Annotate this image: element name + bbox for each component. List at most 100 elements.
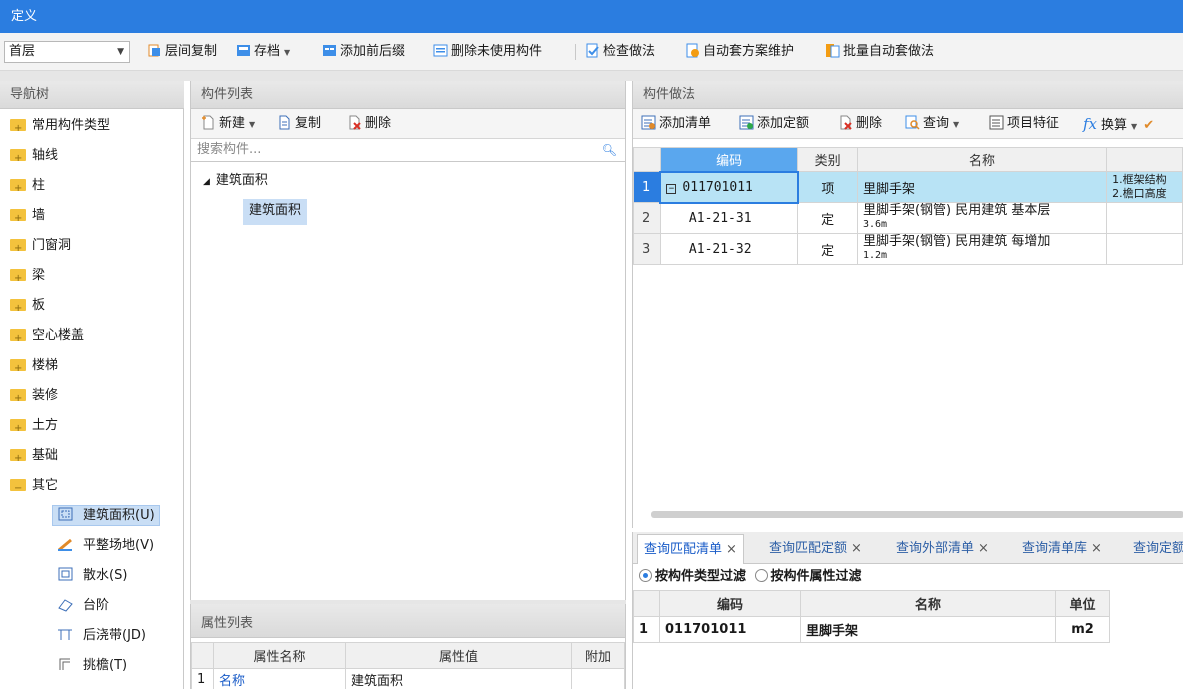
close-icon[interactable]: × [726, 542, 737, 557]
nav-item-apron[interactable]: 散水(S) [57, 561, 127, 591]
nav-folder-foundation[interactable]: 基础 [10, 441, 59, 474]
nav-folder-wall[interactable]: 墙 [10, 201, 46, 234]
nav-folder-label: 墙 [32, 208, 46, 223]
nav-item-eave[interactable]: 挑檐(T) [57, 651, 127, 681]
nav-folder-beam[interactable]: 梁 [10, 261, 45, 294]
chevron-down-icon: ▼ [1131, 122, 1138, 131]
query-rownum-header [633, 590, 660, 617]
method-name-sub: 3.6m [862, 219, 888, 230]
add-prefix-suffix-label: 添加前后缀 [340, 44, 406, 59]
delete-method-button[interactable]: 删除 [838, 113, 882, 135]
nav-folder-hollow-floor[interactable]: 空心楼盖 [10, 321, 84, 354]
copy-between-floors-label: 层间复制 [165, 44, 218, 59]
batch-auto-method-label: 批量自动套做法 [843, 44, 935, 59]
method-name-cell[interactable]: 里脚手架 [856, 171, 1108, 203]
horizontal-scrollbar[interactable] [651, 511, 1183, 518]
close-icon[interactable]: × [1091, 541, 1102, 556]
delete-unused-icon [433, 44, 448, 57]
site-leveling-icon [58, 538, 72, 552]
delete-component-button[interactable]: 删除 [347, 113, 391, 135]
new-icon [202, 115, 214, 130]
delete-unused-button[interactable]: 删除未使用构件 [433, 41, 542, 63]
method-name-cell[interactable]: 里脚手架(钢管) 民用建筑 每增加 1.2m [856, 233, 1108, 265]
method-feature-cell[interactable] [1106, 202, 1183, 234]
attr-extra-cell[interactable] [571, 668, 625, 689]
add-quota-button[interactable]: 添加定额 [739, 113, 809, 135]
nav-folder-column[interactable]: 柱 [10, 171, 45, 204]
tab-external-list[interactable]: 查询外部清单 × [890, 534, 995, 564]
method-type-cell[interactable]: 项 [797, 171, 858, 203]
archive-button[interactable]: 存档 ▼ [236, 41, 290, 63]
add-prefix-suffix-button[interactable]: 添加前后缀 [322, 41, 405, 63]
method-type-cell[interactable]: 定 [797, 233, 858, 265]
nav-item-building-area[interactable]: 建筑面积(U) [52, 501, 160, 531]
method-code-cell[interactable]: −011701011 [659, 170, 799, 204]
method-name-cell[interactable]: 里脚手架(钢管) 民用建筑 基本层 3.6m [856, 202, 1108, 234]
query-button[interactable]: 查询 ▼ [905, 113, 959, 135]
check-method-button[interactable]: 检查做法 [585, 41, 655, 63]
method-rownum-header [633, 147, 661, 172]
filter-by-attr-radio[interactable]: 按构件属性过滤 [754, 569, 862, 584]
tree-node-building-area-group[interactable]: ◢ 建筑面积 [203, 171, 268, 192]
new-component-button[interactable]: 新建 ▼ [201, 113, 255, 135]
attr-value-cell[interactable]: 建筑面积 [345, 668, 572, 689]
nav-item-steps[interactable]: 台阶 [57, 591, 109, 621]
method-code-cell[interactable]: A1-21-32 [659, 233, 799, 265]
copy-component-button[interactable]: 复制 [277, 113, 321, 135]
tab-list-library[interactable]: 查询清单库 × [1016, 534, 1108, 564]
nav-folder-earthwork[interactable]: 土方 [10, 411, 58, 444]
fx-icon: fx [1083, 115, 1098, 133]
nav-folder-decoration[interactable]: 装修 [10, 381, 58, 414]
method-feature-cell[interactable] [1106, 233, 1183, 265]
query-code-cell[interactable]: 011701011 [659, 616, 801, 643]
nav-folder-stairs[interactable]: 楼梯 [10, 351, 58, 384]
nav-folder-openings[interactable]: 门窗洞 [10, 231, 71, 264]
convert-button[interactable]: fx 换算 ▼ ✔ [1083, 113, 1154, 135]
query-name-cell[interactable]: 里脚手架 [800, 616, 1056, 643]
tab-match-quota[interactable]: 查询匹配定额 × [763, 534, 868, 564]
new-component-label: 新建 [219, 116, 246, 131]
method-feature-cell[interactable]: 1.框架结构 2.檐口高度 [1106, 171, 1183, 203]
add-list-button[interactable]: 添加清单 [641, 113, 711, 135]
search-icon: 🔍︎ [601, 143, 617, 157]
nav-folder-axis[interactable]: 轴线 [10, 141, 58, 174]
floor-select-value: 首层 [9, 44, 36, 59]
filter-by-type-radio[interactable]: 按构件类型过滤 [639, 569, 746, 584]
tree-node-label: 建筑面积 [249, 203, 302, 218]
nav-folder-other[interactable]: 其它 [10, 471, 58, 504]
nav-folder-label: 基础 [32, 448, 59, 463]
nav-item-post-pour-strip[interactable]: 后浇带(JD) [57, 621, 146, 651]
table-row[interactable]: 1 名称 建筑面积 [191, 668, 625, 689]
method-code-cell[interactable]: A1-21-31 [659, 202, 799, 234]
method-type-cell[interactable]: 定 [797, 202, 858, 234]
nav-item-site-leveling[interactable]: 平整场地(V) [57, 531, 154, 561]
component-search-placeholder: 搜索构件... [197, 142, 262, 157]
nav-folder-common[interactable]: 常用构件类型 [10, 111, 110, 144]
nav-folder-label: 板 [32, 298, 46, 313]
tab-quota-library[interactable]: 查询定额 [1127, 534, 1183, 564]
filter-row: 按构件类型过滤 按构件属性过滤 [633, 565, 1183, 589]
eave-icon [59, 658, 70, 670]
auto-scheme-icon [686, 43, 699, 58]
component-list-panel: 构件列表 新建 ▼ 复制 删除 搜索构件... 🔍︎ ◢ 建筑面积 建筑面积 [190, 81, 626, 600]
copy-between-floors-button[interactable]: 层间复制 [147, 41, 217, 63]
tab-label: 查询外部清单 [896, 541, 975, 556]
table-row[interactable]: 2 A1-21-31 定 里脚手架(钢管) 民用建筑 基本层 3.6m [633, 202, 1183, 234]
tab-match-list[interactable]: 查询匹配清单 × [637, 534, 744, 564]
close-icon[interactable]: × [978, 541, 989, 556]
item-feature-button[interactable]: 项目特征 [989, 113, 1059, 135]
convert-label: 换算 [1101, 118, 1128, 133]
folder-icon [10, 204, 26, 234]
tree-node-building-area-selected[interactable]: 建筑面积 [243, 199, 308, 225]
close-icon[interactable]: × [851, 541, 862, 556]
component-search-input[interactable]: 搜索构件... 🔍︎ [191, 139, 625, 162]
query-unit-cell[interactable]: m2 [1055, 616, 1110, 643]
auto-scheme-label: 自动套方案维护 [703, 44, 795, 59]
floor-select[interactable]: 首层 ▼ [4, 41, 130, 63]
table-row[interactable]: 1 011701011 里脚手架 m2 [633, 616, 1110, 643]
table-row[interactable]: 1 −011701011 项 里脚手架 1.框架结构 2.檐口高度 [633, 170, 1183, 204]
nav-folder-slab[interactable]: 板 [10, 291, 46, 324]
auto-scheme-button[interactable]: 自动套方案维护 [685, 41, 794, 63]
table-row[interactable]: 3 A1-21-32 定 里脚手架(钢管) 民用建筑 每增加 1.2m [633, 233, 1183, 265]
batch-auto-method-button[interactable]: 批量自动套做法 [825, 41, 934, 63]
